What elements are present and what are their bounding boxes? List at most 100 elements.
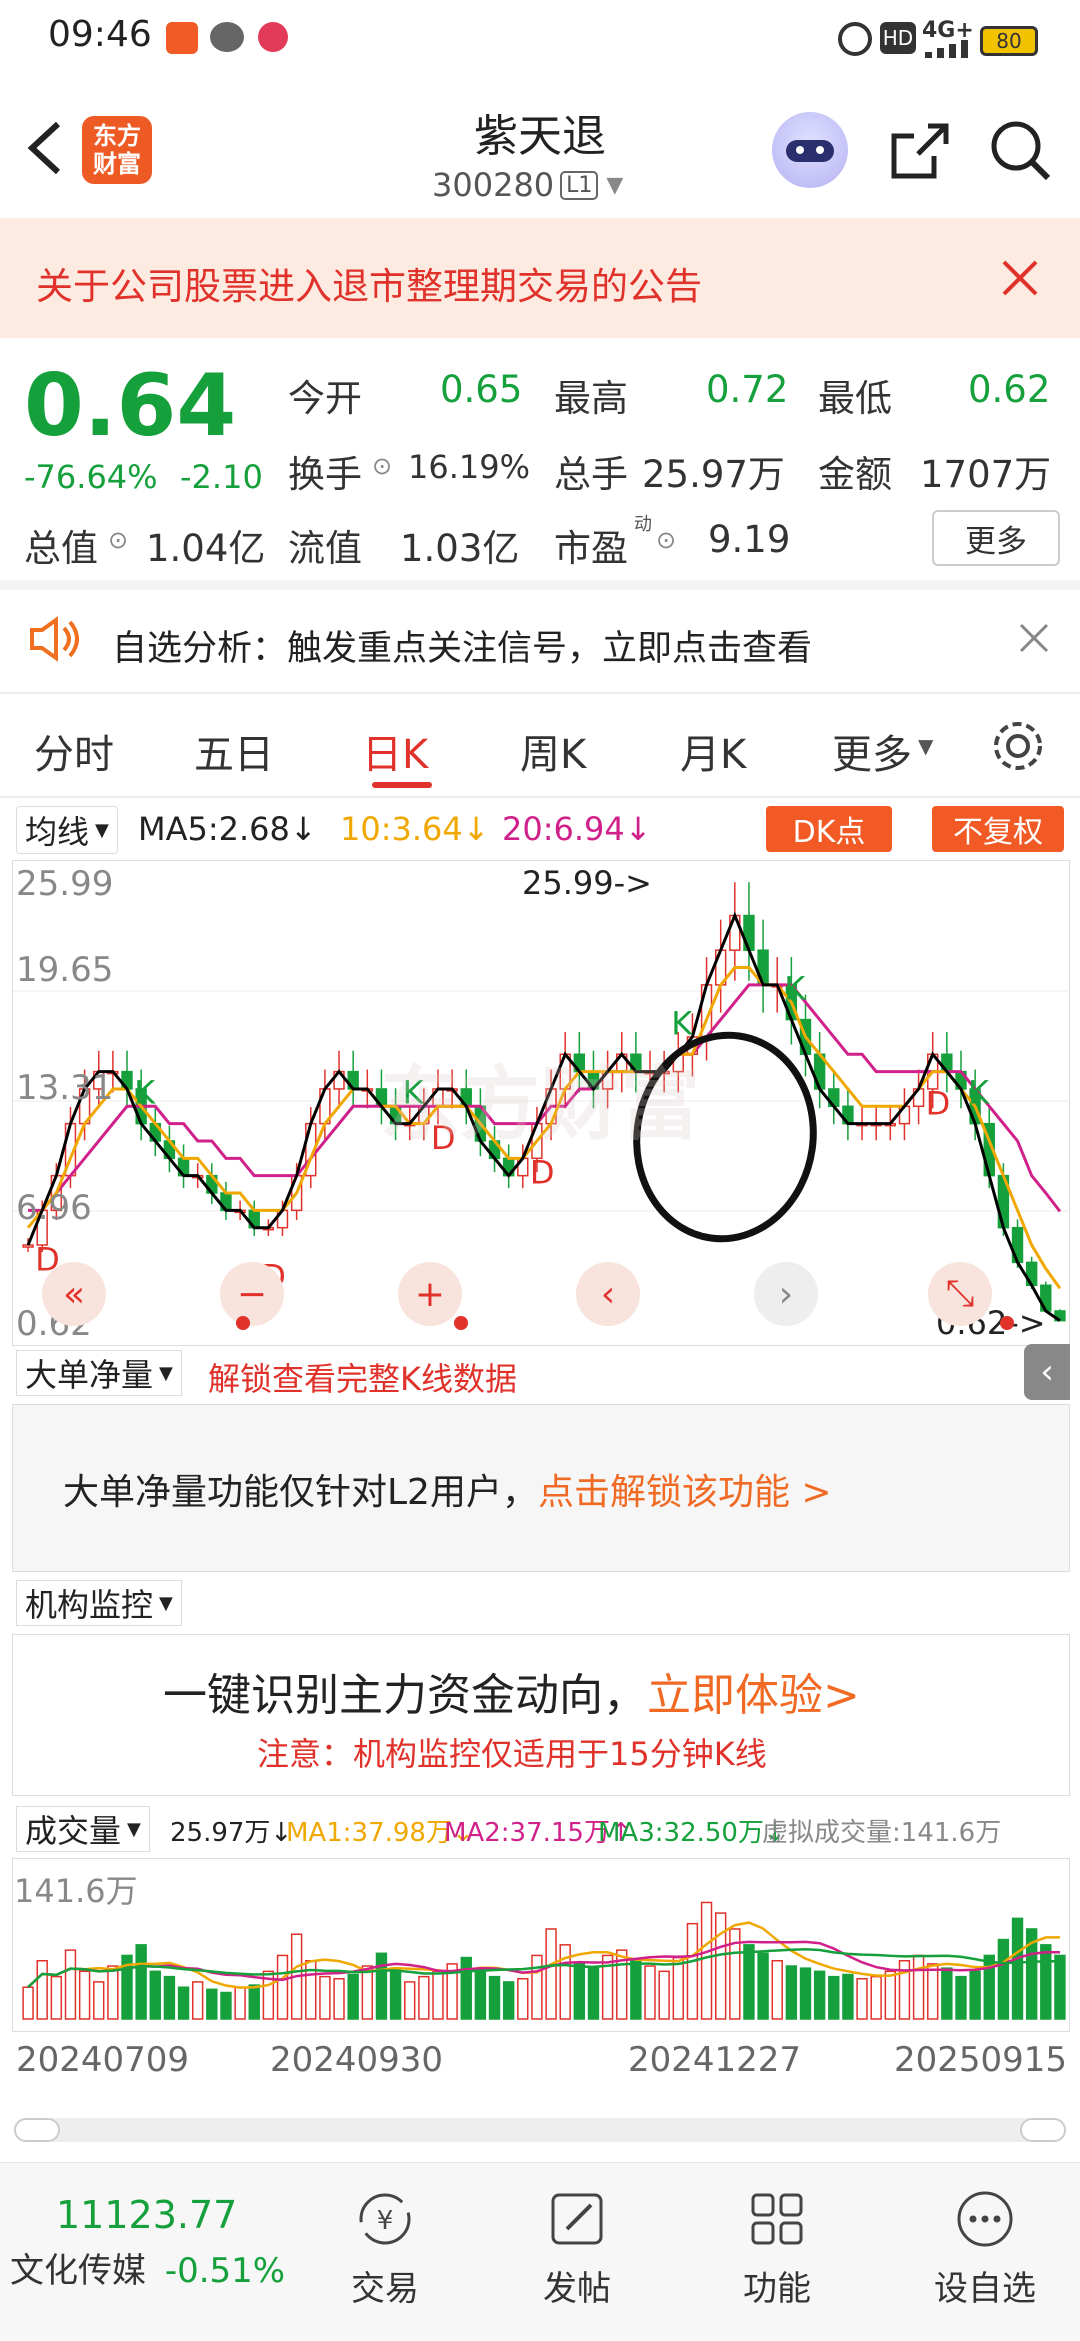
try-now-link[interactable]: 立即体验> <box>647 1670 860 1721</box>
volume-bar <box>813 1970 826 2020</box>
battery-icon: 80 <box>980 26 1038 56</box>
expand-icon: ⤡ <box>945 1273 975 1314</box>
volume-ma3: MA3:32.50万↓ <box>598 1818 786 1848</box>
volume-bar <box>743 1944 755 2020</box>
stock-code-row[interactable]: 300280 L1 ▼ <box>432 166 623 204</box>
stock-name: 紫天退 <box>474 111 606 162</box>
volume-chart-area[interactable] <box>12 1858 1070 2032</box>
volume-bar <box>361 1965 374 2020</box>
scroll-right-button[interactable]: › <box>754 1262 818 1326</box>
post-button[interactable]: 发帖 <box>522 2187 632 2310</box>
volume-bar <box>573 1963 586 2020</box>
analysis-bar[interactable]: 自选分析：触发重点关注信号，立即点击查看 <box>0 590 1080 690</box>
info-icon[interactable]: ⊙ <box>372 452 392 480</box>
tab-monthly-k[interactable]: 月K <box>680 722 746 780</box>
collapse-panel-button[interactable]: ‹ <box>1024 1344 1070 1400</box>
robot-assistant-icon[interactable] <box>772 112 848 188</box>
tab-daily-k[interactable]: 日K <box>362 722 428 780</box>
zoom-out-button[interactable]: − <box>220 1262 284 1326</box>
bigorder-selector[interactable]: 大单净量 ▼ <box>16 1350 182 1396</box>
add-watchlist-button[interactable]: 设自选 <box>920 2187 1050 2310</box>
close-analysis-button[interactable] <box>1018 622 1050 654</box>
volume-bar <box>870 1975 882 2020</box>
volume-max-label: 141.6万 <box>14 1872 138 1910</box>
watchlist-label: 设自选 <box>934 2269 1036 2309</box>
scrollbar-right-handle[interactable] <box>1020 2118 1066 2142</box>
alarm-icon <box>838 22 872 56</box>
tab-weekly-k[interactable]: 周K <box>520 722 586 780</box>
index-ticker[interactable]: 11123.77 文化传媒 -0.51% <box>10 2193 290 2292</box>
inst-note: 注意：机构监控仅适用于15分钟K线 <box>257 1735 767 1773</box>
scroll-left-button[interactable]: ‹ <box>576 1262 640 1326</box>
volume-value: 25.97万↓ <box>170 1818 293 1848</box>
caret-down-icon: ▼ <box>159 1362 173 1384</box>
tab-five-day[interactable]: 五日 <box>194 722 274 780</box>
settings-button[interactable] <box>990 718 1046 774</box>
volume-bar <box>64 1949 77 2020</box>
delisting-notice-banner[interactable]: 关于公司股票进入退市整理期交易的公告 <box>0 218 1080 338</box>
volume-bar <box>276 1954 289 2020</box>
volume-label: 总手 <box>554 453 628 496</box>
more-quote-button[interactable]: 更多 <box>932 510 1060 566</box>
volume-bar <box>177 1986 190 2020</box>
bigorder-message-row: 大单净量功能仅针对L2用户，点击解锁该功能 > <box>63 1463 832 1515</box>
inst-selector[interactable]: 机构监控 ▼ <box>16 1580 182 1626</box>
function-button[interactable]: 功能 <box>722 2187 832 2310</box>
volume-bar <box>545 1928 557 2020</box>
active-tab-indicator <box>372 782 432 788</box>
analysis-text: 自选分析：触发重点关注信号，立即点击查看 <box>112 629 813 669</box>
post-label: 发帖 <box>543 2269 611 2309</box>
volume-bar <box>828 1975 840 2020</box>
volume-selector-label: 成交量 <box>25 1812 122 1850</box>
divider <box>0 580 1080 590</box>
svg-text:¥: ¥ <box>377 2206 394 2236</box>
volume-bar <box>206 1988 218 2020</box>
volume-bar <box>389 1967 402 2020</box>
share-button[interactable] <box>884 116 954 186</box>
unlock-feature-link[interactable]: 点击解锁该功能 > <box>538 1472 832 1513</box>
low-label: 最低 <box>818 377 892 420</box>
info-icon[interactable]: ⊙ <box>656 526 676 554</box>
volume-selector[interactable]: 成交量 ▼ <box>16 1806 150 1852</box>
low-value: 0.62 <box>968 368 1051 411</box>
bottom-nav: 11123.77 文化传媒 -0.51% ¥ 交易 发帖 功能 设自选 <box>0 2162 1080 2341</box>
trade-label: 交易 <box>351 2269 419 2309</box>
double-chevron-left-icon: « <box>62 1273 86 1315</box>
yen-exchange-icon: ¥ <box>359 2193 411 2245</box>
change-percent: -76.64% <box>24 458 158 496</box>
float-value: 1.03亿 <box>400 527 520 570</box>
scrollbar-left-handle[interactable] <box>14 2118 60 2142</box>
y-label-max: 25.99 <box>16 864 114 904</box>
volume-bar <box>474 1968 487 2020</box>
wechat-icon <box>210 22 244 52</box>
info-icon[interactable]: ⊙ <box>108 526 128 554</box>
inst-message: 一键识别主力资金动向， <box>163 1670 647 1721</box>
volume-chart[interactable] <box>13 1859 1069 2031</box>
dk-point-button[interactable]: DK点 <box>766 806 892 852</box>
zoom-out-far-button[interactable]: « <box>42 1262 106 1326</box>
pe-value: 9.19 <box>708 518 791 561</box>
volume-bar <box>1054 1954 1066 2020</box>
ma-selector[interactable]: 均线 ▼ <box>16 806 118 854</box>
hd-icon: HD <box>880 22 916 54</box>
adjust-button[interactable]: 不复权 <box>932 806 1064 852</box>
volume-bar <box>36 1959 48 2020</box>
tab-more[interactable]: 更多 <box>832 722 912 780</box>
search-button[interactable] <box>986 116 1056 186</box>
volume-bar <box>912 1954 925 2020</box>
back-button[interactable] <box>20 118 70 178</box>
fullscreen-button[interactable]: ⤡ <box>928 1262 992 1326</box>
unlock-kline-link[interactable]: 解锁查看完整K线数据 <box>208 1354 517 1400</box>
ma10-value: 10:3.64↓ <box>340 810 490 848</box>
zoom-in-button[interactable]: + <box>398 1262 462 1326</box>
pe-label: 市盈 <box>554 527 628 570</box>
volume-bar <box>531 1954 543 2020</box>
chart-range-scrollbar[interactable] <box>14 2118 1066 2142</box>
caret-down-icon: ▼ <box>918 734 934 758</box>
tab-intraday[interactable]: 分时 <box>34 722 114 780</box>
volume-bar <box>22 1986 34 2020</box>
volume-bar <box>220 1991 232 2020</box>
trade-button[interactable]: ¥ 交易 <box>330 2187 440 2310</box>
share-icon <box>891 123 949 179</box>
close-notice-button[interactable] <box>1000 258 1040 298</box>
